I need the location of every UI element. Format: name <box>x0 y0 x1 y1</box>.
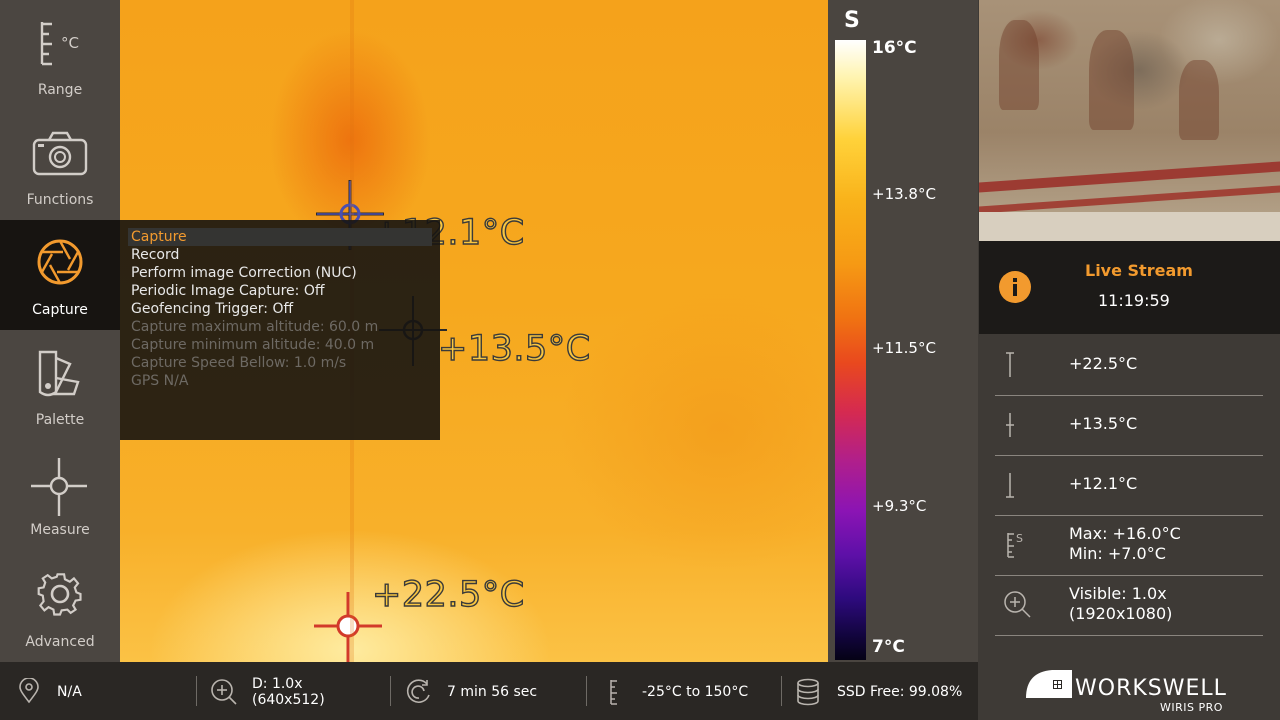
brand-name: WORKSWELL <box>1075 676 1227 701</box>
right-panel: Live Stream 11:19:59 +22.5°C +13.5°C +12… <box>978 0 1280 720</box>
status-divider <box>390 676 391 706</box>
live-stream-title: Live Stream <box>1085 261 1193 280</box>
reading-min-row: +12.1°C <box>995 456 1263 516</box>
range-scale-icon: S <box>1007 532 1023 558</box>
location-pin-icon <box>19 678 39 704</box>
range-max-value: Max: +16.0°C <box>1069 524 1181 543</box>
min-marker-icon <box>1006 473 1014 498</box>
menu-item-max-altitude: Capture maximum altitude: 60.0 m <box>131 319 379 335</box>
reading-center-value: +13.5°C <box>1069 414 1138 433</box>
sidebar-item-label: Advanced <box>25 634 95 650</box>
zoom-value: D: 1.0x <box>252 676 303 692</box>
timer-refresh-icon <box>406 679 430 703</box>
color-scale-bar <box>835 40 866 660</box>
menu-item-nuc[interactable]: Perform image Correction (NUC) <box>120 264 440 282</box>
workswell-logo-icon <box>1026 670 1072 698</box>
status-divider <box>196 676 197 706</box>
max-temp-label: +22.5°C <box>371 574 525 615</box>
range-status: -25°C to 150°C <box>605 662 775 720</box>
gps-value: N/A <box>57 684 82 700</box>
scale-bottom-label: 7°C <box>872 637 905 657</box>
scale-tick-label: +11.5°C <box>872 339 936 357</box>
center-marker-icon <box>1006 413 1014 437</box>
sidebar-item-label: Functions <box>26 192 94 208</box>
status-divider <box>781 676 782 706</box>
sidebar-item-label: Range <box>37 82 83 98</box>
sidebar-item-measure[interactable]: Measure <box>0 440 120 550</box>
menu-item-min-altitude: Capture minimum altitude: 40.0 m <box>131 337 375 353</box>
zoom-in-icon <box>1004 591 1031 618</box>
menu-item-gps: GPS N/A <box>131 373 189 389</box>
scale-mode-indicator: S <box>844 8 860 33</box>
menu-item-periodic-capture[interactable]: Periodic Image Capture: Off <box>120 282 440 300</box>
visible-zoom-value: Visible: 1.0x <box>1069 584 1167 603</box>
scale-top-label: 16°C <box>872 38 917 58</box>
color-scale-panel: S 16°C +13.8°C +11.5°C +9.3°C 7°C <box>828 0 978 662</box>
live-stream-time: 11:19:59 <box>1098 291 1170 310</box>
range-value: -25°C to 150°C <box>642 684 749 700</box>
sidebar-item-palette[interactable]: Palette <box>0 330 120 440</box>
status-bar: N/A D: 1.0x (640x512) 7 min 56 sec -25°C… <box>0 662 978 720</box>
capture-menu: Capture Record Perform image Correction … <box>120 220 440 440</box>
zoom-status: D: 1.0x (640x512) <box>210 662 380 720</box>
zoom-in-icon <box>211 679 237 705</box>
reading-min-value: +12.1°C <box>1069 474 1138 493</box>
storage-status: SSD Free: 99.08% <box>796 662 966 720</box>
range-celsius-icon: °C <box>40 22 79 66</box>
resolution-value: (640x512) <box>252 692 325 708</box>
status-divider <box>586 676 587 706</box>
visible-camera-preview[interactable] <box>979 0 1280 241</box>
gear-icon <box>37 573 82 616</box>
sidebar-item-advanced[interactable]: Advanced <box>0 552 120 662</box>
palette-swatch-icon <box>38 350 80 397</box>
menu-item-capture-speed: Capture Speed Bellow: 1.0 m/s <box>131 355 347 371</box>
reading-max-value: +22.5°C <box>1069 354 1138 373</box>
visible-resolution-value: (1920x1080) <box>1069 604 1173 623</box>
max-marker-icon <box>1006 352 1014 377</box>
sidebar-item-capture[interactable]: Capture <box>0 220 120 330</box>
menu-item-geofencing[interactable]: Geofencing Trigger: Off <box>120 300 440 318</box>
storage-value: SSD Free: 99.08% <box>837 684 963 700</box>
database-icon <box>797 678 819 706</box>
range-scale-icon <box>610 680 617 705</box>
sidebar: °C Range Functions Capture Palette Measu… <box>0 0 120 662</box>
gps-status: N/A <box>18 662 188 720</box>
menu-item-record[interactable]: Record <box>120 246 440 264</box>
sidebar-item-functions[interactable]: Functions <box>0 110 120 220</box>
menu-item-capture[interactable]: Capture <box>128 228 432 246</box>
timer-status: 7 min 56 sec <box>405 662 575 720</box>
sidebar-item-label: Capture <box>32 302 88 318</box>
reading-max-row: +22.5°C <box>995 336 1263 396</box>
scale-tick-label: +9.3°C <box>872 497 927 515</box>
brand-product: WIRIS PRO <box>1160 701 1223 714</box>
info-icon <box>999 271 1031 303</box>
range-unit: °C <box>61 34 79 52</box>
center-temp-label: +13.5°C <box>437 328 591 369</box>
scale-tick-label: +13.8°C <box>872 185 936 203</box>
live-stream-box: Live Stream 11:19:59 <box>979 241 1280 334</box>
range-min-value: Min: +7.0°C <box>1069 544 1166 563</box>
range-mode-label: S <box>1016 532 1023 545</box>
timer-value: 7 min 56 sec <box>447 684 538 700</box>
sidebar-item-range[interactable]: °C Range <box>0 0 120 110</box>
sidebar-item-label: Palette <box>35 412 85 428</box>
reading-center-row: +13.5°C <box>995 396 1263 456</box>
aperture-icon <box>37 239 83 285</box>
reading-visible-row: Visible: 1.0x (1920x1080) <box>995 576 1263 636</box>
sidebar-item-label: Measure <box>30 522 90 538</box>
crosshair-icon <box>31 458 87 516</box>
camera-icon <box>32 131 88 176</box>
reading-range-row: S Max: +16.0°C Min: +7.0°C <box>995 516 1263 576</box>
